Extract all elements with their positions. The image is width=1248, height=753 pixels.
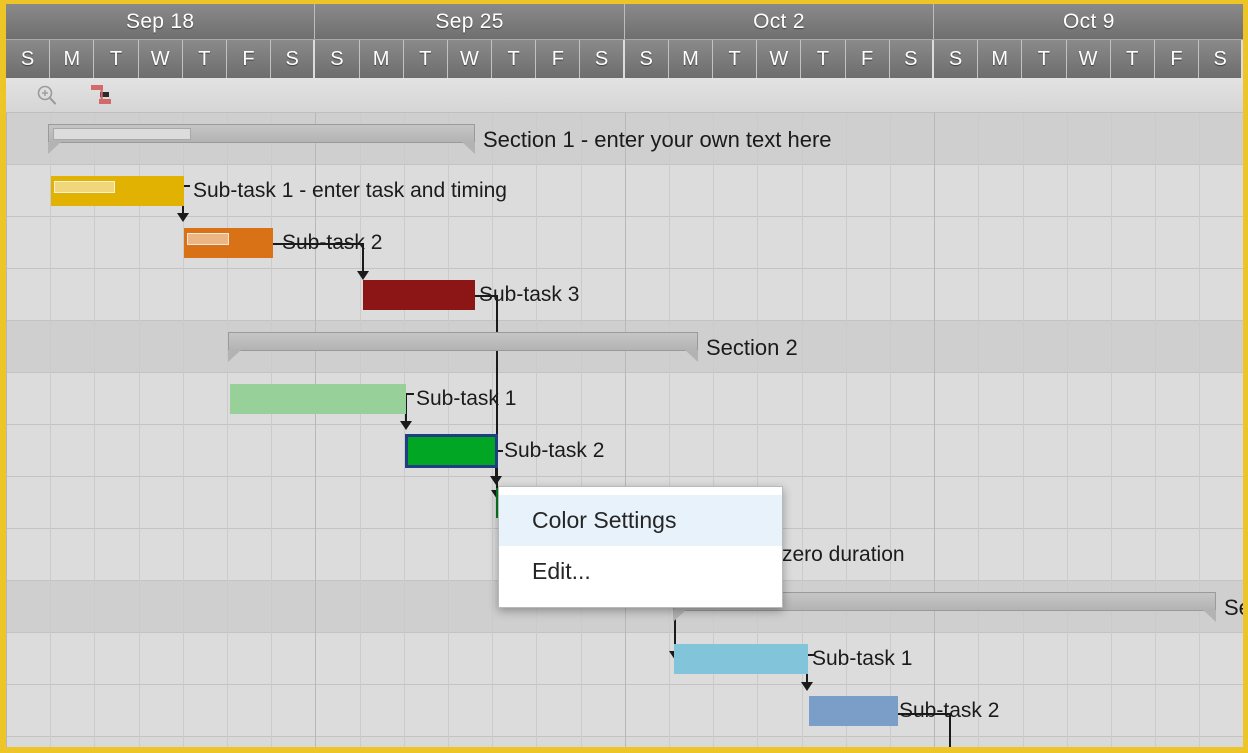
task-progress bbox=[54, 181, 115, 193]
day-header-cell: T bbox=[1111, 40, 1155, 78]
week-header-sep-25: Sep 25 bbox=[315, 4, 624, 39]
day-header-cell: S bbox=[890, 40, 934, 78]
grid-line bbox=[492, 113, 493, 747]
day-header-cell: T bbox=[94, 40, 138, 78]
day-header-cell: S bbox=[6, 40, 50, 78]
grid-line bbox=[6, 113, 7, 747]
frame-border-top bbox=[0, 0, 1248, 4]
grid-line bbox=[448, 113, 449, 747]
summary-bar[interactable] bbox=[228, 332, 698, 362]
grid-line bbox=[1067, 113, 1068, 747]
gantt-chart-app: Sep 18Sep 25Oct 2Oct 9 SMTWTFSSMTWTFSSMT… bbox=[0, 0, 1248, 753]
day-header-cell: S bbox=[315, 40, 359, 78]
task-bar[interactable] bbox=[674, 644, 808, 674]
grid-line bbox=[978, 113, 979, 747]
summary-cap-right bbox=[1203, 610, 1216, 622]
day-header-row: SMTWTFSSMTWTFSSMTWTFSSMTWTFS bbox=[6, 39, 1243, 78]
task-bar[interactable] bbox=[51, 176, 184, 206]
section-label-1: Section 1 - enter your own text here bbox=[483, 127, 832, 153]
task-bar[interactable] bbox=[184, 228, 273, 258]
grid-line bbox=[625, 113, 626, 747]
summary-cap-left bbox=[673, 610, 686, 622]
task-bar[interactable] bbox=[230, 384, 406, 414]
day-header-cell: S bbox=[271, 40, 315, 78]
grid-line bbox=[1111, 113, 1112, 747]
week-header-oct-2: Oct 2 bbox=[625, 4, 934, 39]
dependency-link-icon[interactable] bbox=[86, 80, 120, 110]
week-header-sep-18: Sep 18 bbox=[6, 4, 315, 39]
day-header-cell: W bbox=[757, 40, 801, 78]
day-header-cell: T bbox=[492, 40, 536, 78]
grid-line bbox=[1199, 113, 1200, 747]
task-bar[interactable] bbox=[407, 436, 496, 466]
day-header-cell: T bbox=[713, 40, 757, 78]
day-header-cell: S bbox=[1199, 40, 1243, 78]
grid-line bbox=[1023, 113, 1024, 747]
day-header-cell: M bbox=[669, 40, 713, 78]
day-header-cell: T bbox=[183, 40, 227, 78]
summary-bar-body bbox=[228, 332, 698, 351]
day-header-cell: W bbox=[1067, 40, 1111, 78]
section-label-3: Sec bbox=[1224, 595, 1243, 621]
day-header-cell: S bbox=[625, 40, 669, 78]
task-label-sub-task-2: Sub-task 2 bbox=[282, 231, 382, 255]
grid-line bbox=[94, 113, 95, 747]
day-header-cell: S bbox=[934, 40, 978, 78]
grid-line bbox=[227, 113, 228, 747]
context-menu-item-color-settings[interactable]: Color Settings bbox=[499, 495, 782, 546]
chart-toolbar bbox=[6, 78, 1243, 113]
task-label-zero-duration: zero duration bbox=[782, 543, 905, 567]
week-header-oct-9: Oct 9 bbox=[934, 4, 1243, 39]
day-header-cell: F bbox=[846, 40, 890, 78]
summary-bar[interactable] bbox=[48, 124, 475, 154]
summary-cap-right bbox=[685, 350, 698, 362]
grid-line bbox=[404, 113, 405, 747]
grid-line bbox=[360, 113, 361, 747]
day-header-cell: M bbox=[360, 40, 404, 78]
day-header-cell: M bbox=[50, 40, 94, 78]
task-bar[interactable] bbox=[363, 280, 475, 310]
grid-line bbox=[139, 113, 140, 747]
day-header-cell: T bbox=[1022, 40, 1066, 78]
task-label-s3-sub-task-2: Sub-task 2 bbox=[899, 699, 999, 723]
summary-cap-left bbox=[48, 142, 61, 154]
summary-bar-body bbox=[48, 124, 475, 143]
task-label-sub-task-1: Sub-task 1 - enter task and timing bbox=[193, 179, 507, 203]
summary-progress bbox=[53, 128, 191, 140]
day-header-cell: T bbox=[404, 40, 448, 78]
grid-line bbox=[315, 113, 316, 747]
grid-line bbox=[581, 113, 582, 747]
task-progress bbox=[187, 233, 229, 245]
grid-line bbox=[536, 113, 537, 747]
context-menu[interactable]: Color Settings Edit... bbox=[498, 486, 783, 608]
grid-line bbox=[271, 113, 272, 747]
day-header-cell: T bbox=[801, 40, 845, 78]
day-header-cell: F bbox=[536, 40, 580, 78]
day-header-cell: M bbox=[978, 40, 1022, 78]
day-header-cell: F bbox=[1155, 40, 1199, 78]
task-bar[interactable] bbox=[809, 696, 898, 726]
frame-border-right bbox=[1243, 0, 1248, 753]
gantt-chart-canvas[interactable]: www.heritagechristiancollage.com Section… bbox=[6, 113, 1243, 747]
day-header-cell: W bbox=[139, 40, 183, 78]
task-label-sub-task-3: Sub-task 3 bbox=[479, 283, 579, 307]
grid-line bbox=[1155, 113, 1156, 747]
section-label-2: Section 2 bbox=[706, 335, 798, 361]
summary-cap-right bbox=[462, 142, 475, 154]
timeline-header: Sep 18Sep 25Oct 2Oct 9 SMTWTFSSMTWTFSSMT… bbox=[6, 4, 1243, 78]
frame-border-bottom bbox=[0, 747, 1248, 753]
grid-line bbox=[934, 113, 935, 747]
day-header-cell: F bbox=[227, 40, 271, 78]
grid-line bbox=[50, 113, 51, 747]
frame-border-left bbox=[0, 0, 6, 753]
task-label-s2-sub-task-1: Sub-task 1 bbox=[416, 387, 516, 411]
zoom-icon[interactable] bbox=[30, 80, 64, 110]
context-menu-item-edit[interactable]: Edit... bbox=[499, 546, 782, 597]
day-header-cell: W bbox=[448, 40, 492, 78]
day-header-cell: S bbox=[580, 40, 624, 78]
week-header-row: Sep 18Sep 25Oct 2Oct 9 bbox=[6, 4, 1243, 39]
summary-cap-left bbox=[228, 350, 241, 362]
task-label-s2-sub-task-2: Sub-task 2 bbox=[504, 439, 604, 463]
task-label-s3-sub-task-1: Sub-task 1 bbox=[812, 647, 912, 671]
